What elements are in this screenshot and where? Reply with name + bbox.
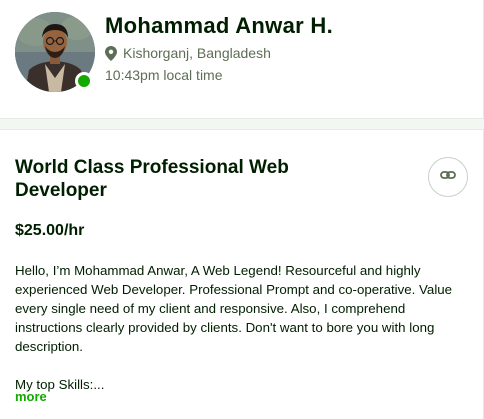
avatar-container[interactable] (15, 12, 97, 94)
map-pin-icon (105, 45, 117, 61)
copy-link-button[interactable] (428, 157, 468, 197)
profile-description: Hello, I’m Mohammad Anwar, A Web Legend!… (15, 261, 470, 394)
skills-teaser: My top Skills:... (15, 377, 105, 392)
link-icon (440, 167, 456, 188)
section-divider (0, 118, 484, 130)
more-link[interactable]: more (15, 389, 47, 404)
hourly-rate: $25.00/hr (15, 222, 85, 239)
freelancer-profile-page: Mohammad Anwar H. Kishorganj, Bangladesh… (0, 0, 484, 419)
online-status-dot (75, 72, 93, 90)
location-row: Kishorganj, Bangladesh (105, 44, 271, 62)
description-text: Hello, I’m Mohammad Anwar, A Web Legend!… (15, 263, 453, 354)
freelancer-name[interactable]: Mohammad Anwar H. (105, 13, 333, 39)
profile-header-card: Mohammad Anwar H. Kishorganj, Bangladesh… (0, 0, 484, 118)
local-time: 10:43pm local time (105, 67, 223, 83)
location-text: Kishorganj, Bangladesh (123, 45, 271, 61)
profile-title: World Class Professional Web Developer (15, 157, 289, 201)
profile-overview-card: World Class Professional Web Developer $… (0, 130, 484, 419)
